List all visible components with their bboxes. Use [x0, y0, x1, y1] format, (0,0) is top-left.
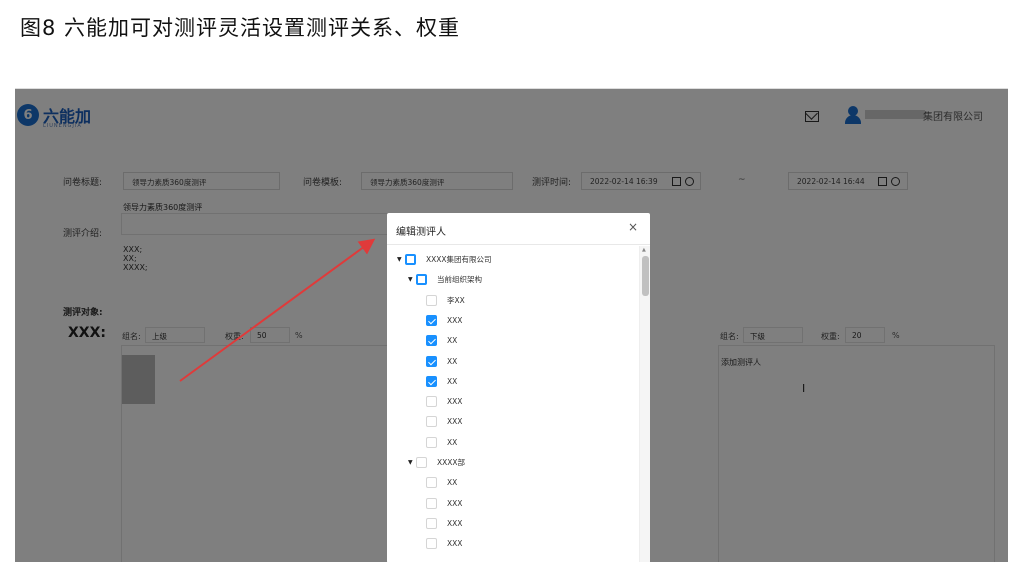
dialog-scrollbar[interactable]: ▲ [639, 246, 650, 562]
dialog-header: 编辑测评人 × [387, 213, 650, 245]
tree-node[interactable]: XX [426, 436, 458, 448]
tree-node-label: XXX [447, 397, 463, 407]
tree-node[interactable]: XX [426, 355, 458, 367]
tree-node[interactable]: XXX [426, 517, 463, 529]
tree-node-label: XXX [447, 315, 463, 325]
tree-node-label: XXX [447, 498, 463, 508]
tree-node[interactable]: XXX [426, 314, 463, 326]
tree-checkbox[interactable] [426, 314, 437, 326]
tree-node[interactable]: ▼ 当前组织架构 [408, 274, 482, 286]
tree-checkbox[interactable] [426, 375, 437, 387]
scroll-thumb[interactable] [642, 256, 649, 296]
scroll-up-icon[interactable]: ▲ [642, 247, 646, 253]
tree-node-label: 李XX [447, 295, 465, 305]
tree-node[interactable]: ▼ XXXX部 [408, 457, 465, 468]
tree-node-label: XX [447, 437, 458, 447]
tree-node-label: XXX [447, 539, 463, 549]
tree-node[interactable]: XXX [426, 416, 463, 428]
tree-node[interactable]: XX [426, 477, 458, 489]
tree-checkbox[interactable] [426, 517, 437, 529]
expand-caret-icon[interactable]: ▼ [397, 256, 403, 263]
tree-checkbox[interactable] [416, 274, 427, 286]
tree-checkbox[interactable] [426, 436, 437, 448]
tree-checkbox[interactable] [426, 416, 437, 428]
dialog-title: 编辑测评人 [396, 227, 446, 238]
tree-node-label: XXXX集团有限公司 [426, 255, 492, 264]
tree-checkbox[interactable] [426, 355, 437, 367]
tree-node-label: XX [447, 376, 458, 386]
close-icon[interactable]: × [628, 220, 638, 234]
tree-checkbox[interactable] [426, 538, 437, 550]
tree-checkbox[interactable] [426, 396, 437, 408]
tree-node-label: XXX [447, 518, 463, 528]
tree-node[interactable]: ▼ XXXX集团有限公司 [397, 254, 492, 265]
tree-node-label: 当前组织架构 [437, 275, 482, 285]
tree-node[interactable]: XXX [426, 396, 463, 408]
tree-node[interactable]: XXX [426, 538, 463, 550]
edit-evaluator-dialog: 编辑测评人 × ▼ XXXX集团有限公司 ▼ 当前组织架构 李XX XXX XX XX XX XX… [387, 213, 650, 562]
figure-caption: 图8 六能加可对测评灵活设置测评关系、权重 [20, 16, 461, 40]
tree-node[interactable]: 李XX [426, 294, 465, 306]
tree-checkbox[interactable] [426, 294, 437, 306]
tree-node-label: XXX [447, 417, 463, 427]
tree-checkbox[interactable] [416, 457, 427, 468]
app-window: 6 六能加 LIUNENGJIA 集团有限公司 问卷标题: 领导力素质360度测… [15, 88, 1008, 562]
tree-node[interactable]: XXX [426, 497, 463, 509]
tree-node-label: XX [447, 478, 458, 488]
tree-checkbox[interactable] [426, 477, 437, 489]
expand-caret-icon[interactable]: ▼ [408, 459, 414, 466]
tree-node[interactable]: XX [426, 375, 458, 387]
tree-node-label: XX [447, 336, 458, 346]
tree-checkbox[interactable] [405, 254, 416, 265]
tree-node[interactable]: XX [426, 335, 458, 347]
tree-checkbox[interactable] [426, 335, 437, 347]
tree-checkbox[interactable] [426, 497, 437, 509]
expand-caret-icon[interactable]: ▼ [408, 276, 414, 283]
tree-node-label: XXXX部 [437, 458, 466, 467]
tree-node-label: XX [447, 356, 458, 366]
org-tree: ▼ XXXX集团有限公司 ▼ 当前组织架构 李XX XXX XX XX XX XXX XXX XX ▼ X… [387, 246, 639, 562]
